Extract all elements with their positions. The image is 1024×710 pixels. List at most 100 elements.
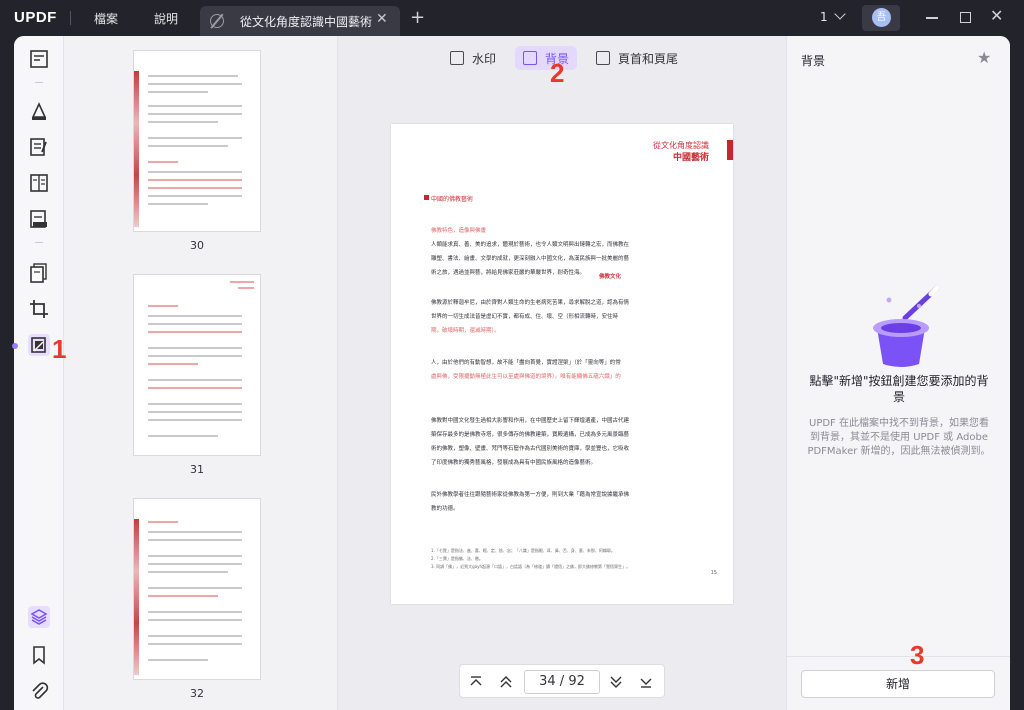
chevron-down-icon[interactable] (834, 8, 846, 20)
crop-icon (30, 300, 48, 318)
first-page-button[interactable] (468, 674, 484, 690)
divider (787, 656, 1010, 657)
chevron-first-icon (470, 676, 482, 686)
text-line (148, 595, 218, 597)
attachment-button[interactable] (28, 680, 50, 702)
paperclip-icon (32, 682, 49, 699)
text-line (148, 331, 242, 333)
tool-rail (14, 36, 64, 710)
magic-hat-icon (873, 285, 940, 367)
footnote: 1.「七覺」是指法、進、喜、輕、定、捨、念；「八識」是指眼、耳、鼻、舌、身、意、… (431, 548, 615, 553)
form-button[interactable] (28, 172, 50, 194)
step-annotation-2: 2 (550, 58, 565, 88)
reader-icon (30, 50, 48, 68)
background-tab[interactable]: 背景 (515, 46, 578, 70)
document-tab-title: 從文化角度認識中國藝術 (240, 15, 373, 29)
text-line (148, 587, 242, 589)
close-window-icon[interactable]: ✕ (990, 6, 1003, 25)
bookmark-button[interactable] (28, 644, 50, 666)
text-line (148, 161, 178, 163)
text-line (148, 619, 242, 621)
footnote: 3. 同調「佛」，近到大gayh起源「口語」，白話語（為「修道」讀「證悟」之佛，… (431, 564, 630, 569)
watermark-label: 水印 (472, 52, 497, 66)
section-title: 中國的佛教藝術 (423, 195, 474, 203)
layers-button[interactable] (28, 606, 50, 628)
text-line (148, 555, 242, 557)
thumbnail-page-number: 31 (190, 463, 204, 476)
body-line: 處與佛，受限擾動無極此生可以至處與佛道的境界）。唯有能顯佛五蘊六識」的 (431, 374, 621, 380)
thumbnail-page-number: 30 (190, 239, 204, 252)
add-tab-icon[interactable]: + (410, 7, 425, 28)
empty-state-message: 點擊"新增"按鈕創建您要添加的背景 (809, 374, 989, 404)
footnote: 2.「三寶」是指佛、法、僧。 (431, 556, 483, 561)
text-line (148, 363, 198, 365)
body-line: 人，由於他們的有動智想，故不能「盡向首覺，實證涅槃」（於「靈向等」的常 (431, 360, 621, 366)
edit-pdf-button[interactable] (28, 136, 50, 158)
decorative-border (134, 519, 139, 675)
page-tools-button[interactable] (28, 334, 50, 356)
body-line: 築保存最多的是佛教寺塔，很多傳存的佛教建築，寶殿遺構，已成為多元風景臨藝 (431, 432, 630, 438)
star-icon[interactable]: ★ (977, 48, 991, 67)
body-line: 期，破壞時期，還滅時期）。 (431, 328, 500, 334)
text-line (148, 347, 242, 349)
text-line (148, 531, 242, 533)
close-tab-icon[interactable]: ✕ (376, 11, 388, 27)
next-page-button[interactable] (608, 674, 624, 690)
fill-sign-button[interactable] (28, 208, 50, 230)
page-number: 15 (710, 570, 717, 576)
page-thumbnail[interactable] (133, 50, 261, 232)
page-number-input[interactable]: 34 / 92 (524, 670, 600, 694)
text-line (148, 195, 242, 197)
minimize-icon[interactable] (926, 17, 938, 19)
account-button[interactable]: 吾 (862, 5, 900, 31)
current-page: 34 (539, 674, 556, 689)
add-background-button[interactable]: 新增 (801, 670, 995, 698)
body-line: 術的佛教，塑像、壁畫、梵門等石窟作為古代國別美術的寶庫，學並豐也，它吸收 (431, 446, 630, 452)
reader-mode-button[interactable] (28, 48, 50, 70)
text-line (148, 137, 242, 139)
page-view-count[interactable]: 1 (820, 10, 828, 24)
pdf-page[interactable]: 從文化角度認識 中國藝術 中國的佛教藝術 佛教特色，造像與佛畫 人類能求真、善、… (391, 124, 733, 604)
edit-icon (30, 138, 47, 156)
body-line: 教的功德。 (431, 506, 459, 512)
watermark-tab[interactable]: 水印 (442, 46, 504, 70)
text-line (148, 121, 218, 123)
menu-file[interactable]: 檔案 (94, 10, 118, 27)
text-line (148, 305, 178, 307)
thumbnail-panel: 30 31 32 (64, 36, 338, 710)
text-line (148, 403, 242, 405)
chevron-down-icon (610, 676, 622, 688)
crop-button[interactable] (28, 298, 50, 320)
last-page-button[interactable] (638, 674, 654, 690)
watermark-icon (450, 51, 464, 65)
text-line (148, 145, 228, 147)
header-accent-bar (727, 140, 733, 160)
document-tab[interactable]: 從文化角度認識中國藝術 ✕ (200, 6, 400, 36)
text-line (148, 411, 242, 413)
divider (35, 242, 43, 243)
form-icon (30, 174, 48, 192)
thumbnail-page-number: 32 (190, 687, 204, 700)
document-view: 水印 背景 頁首和頁尾 從文化角度認識 中國藝術 中國的佛教藝術 佛教特色，造像… (338, 36, 786, 710)
page-thumbnail[interactable] (133, 274, 261, 456)
text-line (148, 571, 228, 573)
maximize-icon[interactable] (960, 12, 971, 23)
body-line: 術之旅，遇過並與藝，將給見佛家莊嚴的華嚴世界，耐奇性海。 (431, 270, 586, 276)
body-line: 佛教源於釋迦牟尼，由於齊對人類生命的生老病死苦果，尋求解脫之道，認為有情 (431, 300, 630, 306)
text-line (148, 203, 208, 205)
organize-pages-button[interactable] (28, 262, 50, 284)
text-line (148, 643, 242, 645)
text-line (148, 611, 242, 613)
title-bar: UPDF 檔案 說明 從文化角度認識中國藝術 ✕ + 1 吾 ✕ (0, 0, 1024, 36)
text-line (148, 75, 238, 77)
body-line: 人類能求真、善、美的追求，體現於藝術，也令人類文明與出鏈轉之宏，而佛教在 (431, 242, 630, 248)
text-line (148, 187, 242, 189)
page-thumbnail[interactable] (133, 498, 261, 680)
comment-tool-button[interactable] (28, 100, 50, 122)
subheading: 佛教特色，造像與佛畫 (431, 228, 487, 234)
step-annotation-3: 3 (910, 640, 925, 670)
page-header-title: 中國藝術 (672, 153, 709, 163)
menu-help[interactable]: 說明 (154, 10, 178, 27)
header-footer-tab[interactable]: 頁首和頁尾 (588, 46, 686, 70)
previous-page-button[interactable] (498, 674, 514, 690)
